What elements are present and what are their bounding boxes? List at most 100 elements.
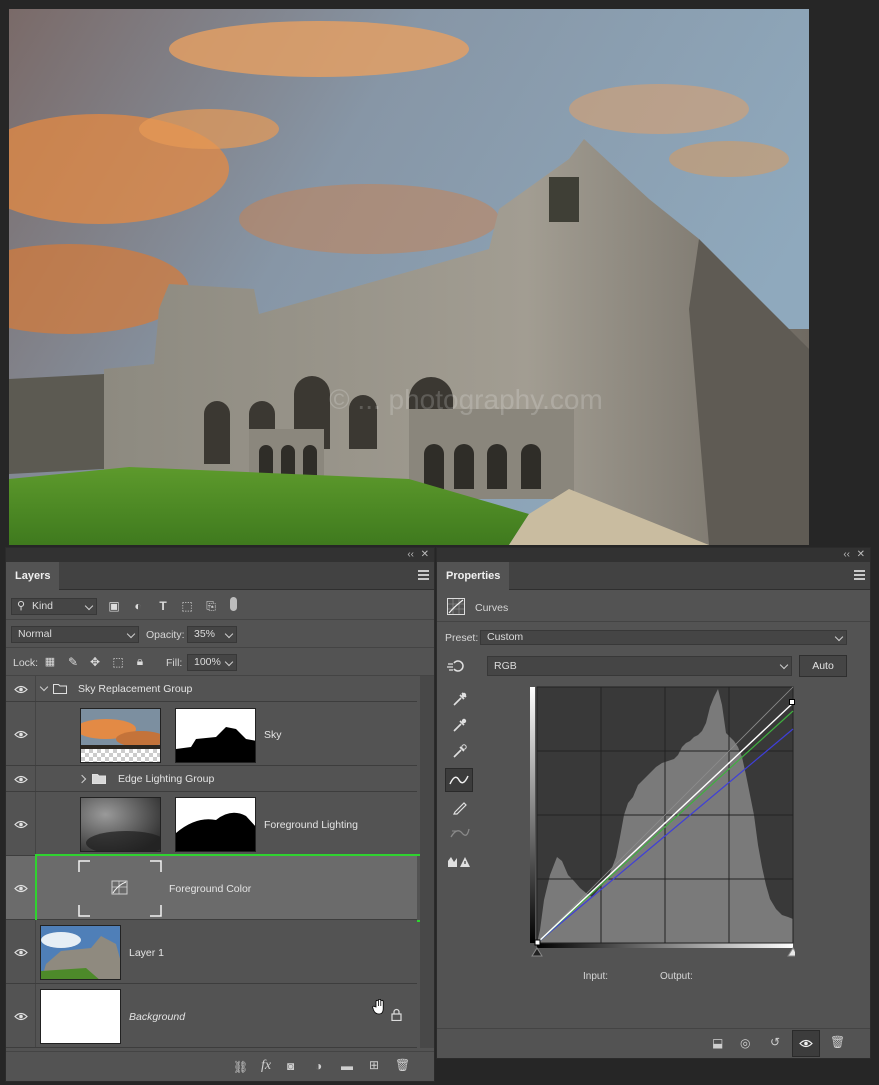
layers-scrollbar[interactable]	[420, 676, 434, 1048]
adjustment-filter-icon[interactable]: ◐	[131, 599, 145, 613]
curve-points-tool[interactable]	[445, 768, 473, 792]
curves-adjustment-icon	[447, 598, 465, 615]
sky-thumbnail[interactable]	[80, 708, 161, 763]
filter-toggle-icon[interactable]	[230, 597, 237, 611]
layer-name: Sky	[264, 729, 282, 741]
black-point-slider[interactable]	[531, 947, 543, 957]
close-panel-icon[interactable]: ✕	[857, 548, 865, 562]
fill-label: Fill:	[166, 657, 183, 669]
panel-menu-icon[interactable]	[418, 570, 429, 580]
preset-value: Custom	[487, 631, 524, 643]
pencil-draw-icon[interactable]	[452, 799, 468, 815]
layer-1-thumbnail[interactable]	[40, 925, 121, 980]
fx-icon[interactable]: fx	[261, 1058, 271, 1074]
curve-point-white[interactable]	[789, 699, 795, 705]
foreground-lighting-mask-image	[176, 812, 255, 851]
visibility-column	[6, 984, 36, 1047]
new-adjustment-icon[interactable]: ◑	[315, 1059, 322, 1073]
lock-icon[interactable]	[391, 1008, 402, 1021]
layer-row-sky-replacement-group[interactable]: Sky Replacement Group	[6, 676, 417, 702]
search-icon: ⚲	[17, 600, 26, 612]
document-canvas[interactable]: © ... photography.com	[9, 9, 809, 545]
clip-to-layer-icon[interactable]: ⬓	[712, 1036, 723, 1050]
eye-icon[interactable]	[14, 884, 28, 893]
tab-layers[interactable]: Layers	[6, 562, 60, 590]
lock-position-icon[interactable]: ✥	[88, 655, 102, 669]
adjustment-header: Curves	[437, 592, 870, 622]
add-mask-icon[interactable]: ◙	[287, 1059, 294, 1073]
foreground-lighting-thumbnail[interactable]	[80, 797, 161, 852]
layer-row-layer-1[interactable]: Layer 1	[6, 920, 417, 984]
lock-artboard-icon[interactable]: ⬚	[111, 655, 125, 669]
close-panel-icon[interactable]: ✕	[421, 548, 429, 562]
eye-icon[interactable]	[14, 1012, 28, 1021]
smart-object-filter-icon[interactable]: ⎘	[204, 599, 218, 613]
foreground-lighting-mask-thumbnail[interactable]	[175, 797, 256, 852]
layers-tab-bar: Layers	[6, 562, 434, 590]
layer-row-sky[interactable]: Sky	[6, 702, 417, 766]
channel-select[interactable]: RGB	[487, 656, 792, 676]
layer-row-foreground-lighting[interactable]: Foreground Lighting	[6, 792, 417, 856]
reset-icon[interactable]: ↺	[770, 1035, 780, 1049]
visibility-toggle[interactable]	[792, 1030, 820, 1057]
on-image-adjust-icon[interactable]	[447, 658, 469, 674]
clipping-warning-icon[interactable]	[447, 853, 471, 869]
properties-panel-topbar: ‹‹ ✕	[437, 548, 870, 562]
background-thumbnail[interactable]	[40, 989, 121, 1044]
auto-button[interactable]: Auto	[799, 655, 847, 677]
collapse-panel-icon[interactable]: ‹‹	[407, 548, 414, 562]
eye-icon[interactable]	[14, 730, 28, 739]
delete-icon[interactable]: 🗑︎	[830, 1035, 845, 1049]
shape-filter-icon[interactable]: ⬚	[180, 599, 194, 613]
collapse-panel-icon[interactable]: ‹‹	[843, 548, 850, 562]
black-point-eyedropper-icon[interactable]	[452, 691, 468, 707]
hand-cursor-icon	[372, 999, 384, 1015]
layers-footer: ⛓ fx ◙ ◑ ▬ ⊞ 🗑︎	[6, 1051, 434, 1081]
view-previous-icon[interactable]: ◎	[740, 1036, 750, 1050]
smooth-curve-icon[interactable]	[450, 825, 470, 841]
blend-row: Normal Opacity: 35%	[6, 620, 434, 648]
layer-row-background[interactable]: Background	[6, 984, 417, 1048]
fill-input[interactable]: 100%	[187, 654, 237, 671]
eye-icon[interactable]	[14, 948, 28, 957]
layer-name: Foreground Lighting	[264, 819, 358, 831]
image-filter-icon[interactable]: ▣	[107, 599, 121, 613]
layer-row-foreground-color[interactable]: Foreground Color	[6, 854, 422, 922]
visibility-column	[6, 766, 36, 791]
curves-chart[interactable]	[530, 685, 799, 965]
delete-layer-icon[interactable]: 🗑︎	[395, 1058, 410, 1072]
curve-point-black[interactable]	[534, 939, 541, 946]
eye-icon[interactable]	[14, 775, 28, 784]
white-point-eyedropper-icon[interactable]	[452, 743, 468, 759]
gray-point-eyedropper-icon[interactable]	[452, 717, 468, 733]
eye-icon[interactable]	[14, 685, 28, 694]
blend-mode-select[interactable]: Normal	[11, 626, 139, 643]
expand-chevron-icon[interactable]	[39, 682, 49, 692]
layer-row-edge-lighting-group[interactable]: Edge Lighting Group	[6, 766, 417, 792]
lock-all-icon[interactable]: 🔒︎	[133, 654, 147, 668]
lock-transparent-icon[interactable]: ▦	[43, 655, 57, 669]
collapse-chevron-icon[interactable]	[77, 774, 87, 784]
panel-menu-icon[interactable]	[854, 570, 865, 580]
link-layers-icon[interactable]: ⛓	[233, 1060, 248, 1074]
output-label: Output:	[660, 971, 693, 982]
tab-properties[interactable]: Properties	[437, 562, 510, 590]
type-filter-icon[interactable]: T	[156, 599, 170, 613]
properties-panel: ‹‹ ✕ Properties Curves Preset: Custom RG…	[436, 547, 871, 1059]
new-layer-icon[interactable]: ⊞	[369, 1058, 379, 1072]
opacity-value: 35%	[194, 628, 216, 640]
adjustment-thumbnail[interactable]	[78, 860, 162, 917]
visibility-column	[6, 676, 36, 701]
properties-footer: ⬓ ◎ ↺ 🗑︎	[437, 1028, 870, 1058]
filter-kind-select[interactable]: ⚲ Kind	[11, 598, 97, 615]
preset-select[interactable]: Custom	[480, 630, 847, 645]
preset-label: Preset:	[445, 632, 479, 644]
new-group-icon[interactable]: ▬	[341, 1059, 353, 1073]
eye-icon[interactable]	[14, 820, 28, 829]
foreground-lighting-image	[81, 798, 160, 851]
curves-graph[interactable]	[530, 685, 799, 965]
opacity-input[interactable]: 35%	[187, 626, 237, 643]
lock-paint-icon[interactable]: ✎	[66, 655, 80, 669]
white-point-slider[interactable]	[787, 947, 799, 957]
sky-mask-thumbnail[interactable]	[175, 708, 256, 763]
